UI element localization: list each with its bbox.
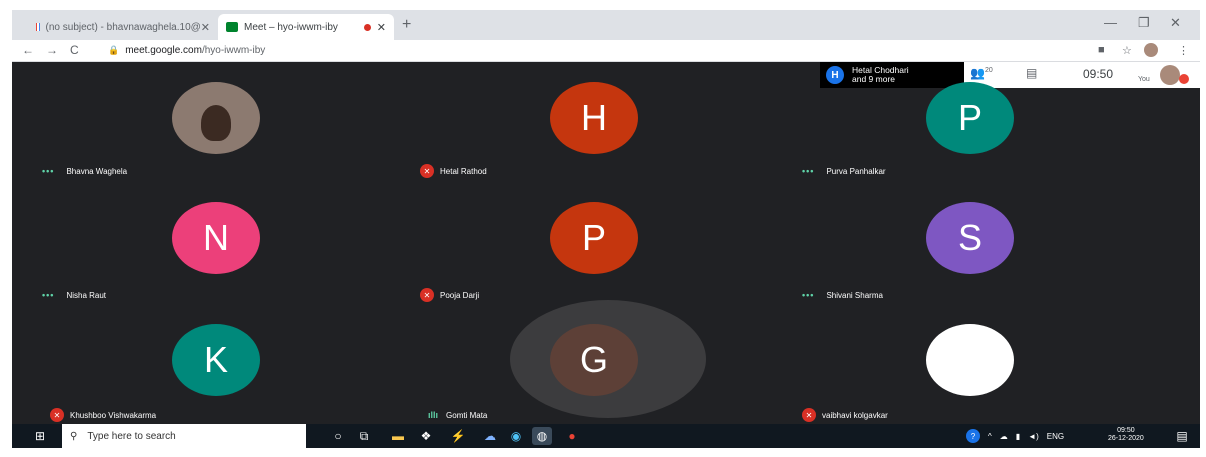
avatar: P (926, 82, 1014, 154)
forward-icon[interactable]: → (46, 43, 58, 57)
participant-label: ✕ Pooja Darji (420, 286, 479, 304)
cloud-app-icon[interactable]: ☁ (480, 427, 500, 445)
close-tab-icon[interactable]: ✕ (377, 21, 386, 34)
language-indicator[interactable]: ENG (1047, 432, 1064, 441)
participant-label: ✕ vaibhavi kolgavkar (802, 406, 888, 424)
windows-start-icon[interactable]: ⊞ (30, 427, 50, 445)
participant-tile[interactable]: K ✕ Khushboo Vishwakarma (42, 304, 412, 424)
reload-icon[interactable]: C (70, 43, 79, 57)
tab-meet[interactable]: Meet – hyo-iwwm-iby ✕ (218, 14, 394, 40)
address-bar[interactable]: 🔒 meet.google.com/hyo-iwwm-iby (108, 42, 1068, 59)
help-icon[interactable]: ? (966, 429, 980, 443)
participant-name: Bhavna Waghela (66, 166, 128, 176)
app-icon[interactable]: ● (562, 427, 582, 445)
taskbar-clock[interactable]: 09:50 26-12-2020 (1108, 427, 1144, 443)
profile-avatar[interactable] (1144, 43, 1158, 57)
participant-label: ✕ Hetal Rathod (420, 162, 487, 180)
avatar: P (550, 202, 638, 274)
app-icon[interactable]: ⚡ (448, 427, 468, 445)
gmail-icon (36, 23, 40, 31)
onedrive-icon[interactable]: ☁ (1000, 432, 1008, 441)
url-host: meet.google.com (125, 45, 202, 56)
task-view-icon[interactable]: ⧉ (354, 427, 374, 445)
avatar: K (172, 324, 260, 396)
self-mic-off-icon (1179, 74, 1189, 84)
participant-name: Shivani Sharma (826, 290, 883, 300)
bookmark-star-icon[interactable]: ☆ (1122, 44, 1132, 57)
participant-tile[interactable]: ••• Bhavna Waghela (42, 62, 412, 182)
avatar: G (550, 324, 638, 396)
tab-strip: (no subject) - bhavnawaghela.10@ ✕ Meet … (12, 10, 1200, 40)
tab-title: Meet – hyo-iwwm-iby (244, 21, 338, 33)
restore-button[interactable]: ❐ (1138, 15, 1150, 31)
taskbar: ⊞ ⚲ Type here to search ○ ⧉ ▬ ❖ ⚡ ☁ ◉ ◍ … (12, 424, 1200, 448)
minimize-button[interactable]: — (1104, 15, 1117, 30)
browser-toolbar: ← → C 🔒 meet.google.com/hyo-iwwm-iby ■ ☆… (12, 40, 1200, 62)
mic-off-icon: ✕ (420, 164, 434, 178)
participant-tile[interactable]: N ••• Nisha Raut (42, 182, 412, 302)
participant-label: ••• Nisha Raut (42, 286, 106, 304)
participant-name: vaibhavi kolgavkar (822, 410, 888, 420)
edge-icon[interactable]: ◉ (506, 427, 526, 445)
participant-tile[interactable]: P ••• Purva Panhalkar (802, 62, 1172, 182)
participant-name: Pooja Darji (440, 290, 480, 300)
participant-tile[interactable]: P ✕ Pooja Darji (420, 182, 790, 302)
participant-name: Gomti Mata (446, 410, 488, 420)
more-options-icon[interactable]: ••• (802, 290, 814, 300)
back-icon[interactable]: ← (22, 43, 34, 57)
participant-label: ✕ Khushboo Vishwakarma (50, 406, 156, 424)
clock-time: 09:50 (1117, 427, 1135, 434)
recording-icon (363, 23, 371, 31)
taskbar-search[interactable]: ⚲ Type here to search (62, 424, 306, 448)
notification-icon[interactable]: ▤ (1172, 427, 1192, 445)
system-tray: ? ^ ☁ ▮ ◄) ENG (966, 424, 1064, 448)
clock-date: 26-12-2020 (1108, 435, 1144, 442)
camera-icon[interactable]: ■ (1098, 44, 1105, 56)
participant-name: Hetal Rathod (440, 166, 487, 176)
person-icon (201, 105, 231, 141)
participant-label: ••• Bhavna Waghela (42, 162, 127, 180)
speaking-icon: ıllı (428, 410, 439, 420)
close-tab-icon[interactable]: ✕ (201, 21, 210, 34)
new-tab-button[interactable]: + (402, 16, 411, 34)
volume-icon[interactable]: ◄) (1028, 432, 1039, 441)
participant-label: ••• Purva Panhalkar (802, 162, 886, 180)
participant-label: ıllı Gomti Mata (428, 406, 487, 424)
participant-name: Nisha Raut (66, 290, 107, 300)
mic-off-icon: ✕ (420, 288, 434, 302)
search-placeholder: Type here to search (87, 430, 176, 442)
more-options-icon[interactable]: ••• (42, 166, 54, 176)
more-options-icon[interactable]: ••• (42, 290, 54, 300)
participant-name: Purva Panhalkar (826, 166, 886, 176)
file-explorer-icon[interactable]: ▬ (388, 427, 408, 445)
meet-icon (226, 22, 238, 32)
tab-gmail[interactable]: (no subject) - bhavnawaghela.10@ ✕ (28, 14, 218, 40)
avatar-photo (172, 82, 260, 154)
participant-name: Khushboo Vishwakarma (70, 410, 157, 420)
avatar: N (172, 202, 260, 274)
avatar: S (926, 202, 1014, 274)
search-icon: ⚲ (70, 430, 78, 442)
avatar (926, 324, 1014, 396)
mic-off-icon: ✕ (50, 408, 64, 422)
tab-title: (no subject) - bhavnawaghela.10@ (45, 21, 201, 33)
avatar: H (550, 82, 638, 154)
url-path: /hyo-iwwm-iby (201, 45, 266, 56)
more-options-icon[interactable]: ••• (802, 166, 814, 176)
cortana-icon[interactable]: ○ (328, 427, 348, 445)
chevron-up-icon[interactable]: ^ (988, 432, 992, 441)
lock-icon: 🔒 (108, 45, 120, 55)
participant-tile[interactable]: S ••• Shivani Sharma (802, 182, 1172, 302)
dropbox-icon[interactable]: ❖ (416, 427, 436, 445)
participant-tile[interactable]: ✕ vaibhavi kolgavkar (802, 304, 1172, 424)
network-icon[interactable]: ▮ (1016, 432, 1020, 441)
screen: (no subject) - bhavnawaghela.10@ ✕ Meet … (12, 10, 1200, 448)
participant-tile[interactable]: H ✕ Hetal Rathod (420, 62, 790, 182)
participant-label: ••• Shivani Sharma (802, 286, 883, 304)
close-window-button[interactable]: ✕ (1170, 15, 1181, 31)
mic-off-icon: ✕ (802, 408, 816, 422)
chrome-icon[interactable]: ◍ (532, 427, 552, 445)
participant-tile-speaking[interactable]: G ıllı Gomti Mata (420, 300, 790, 424)
menu-icon[interactable]: ⋮ (1178, 44, 1189, 57)
